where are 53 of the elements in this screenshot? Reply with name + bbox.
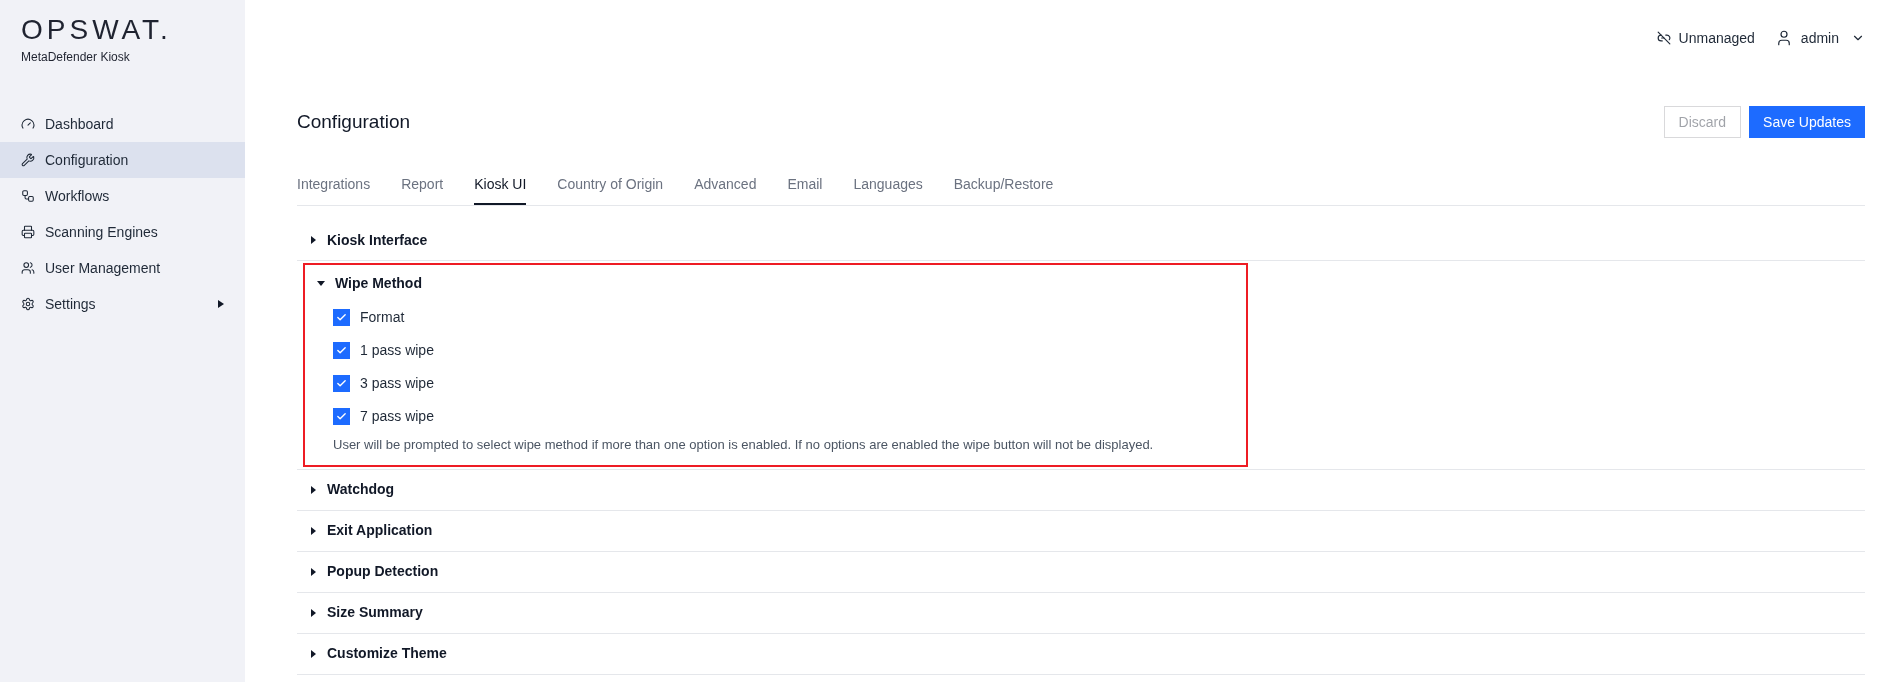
tab[interactable]: Report bbox=[401, 174, 444, 205]
sidebar-item[interactable]: Workflows bbox=[0, 178, 245, 214]
page-title: Configuration bbox=[297, 109, 411, 134]
logo: OPSWAT. bbox=[21, 16, 173, 44]
sidebar-item[interactable]: Configuration bbox=[0, 142, 245, 178]
tab[interactable]: Email bbox=[787, 174, 823, 205]
help-text: User will be prompted to select wipe method if more than one option is enabled. If no options are enabled the wipe button will not be displayed. bbox=[333, 436, 1155, 454]
option-label: 3 pass wipe bbox=[360, 374, 434, 393]
option-label: 7 pass wipe bbox=[360, 407, 434, 426]
workflow-icon bbox=[21, 189, 35, 203]
sidebar-item[interactable]: Settings bbox=[0, 286, 245, 322]
checkbox[interactable] bbox=[333, 375, 350, 392]
check-icon bbox=[336, 411, 347, 422]
user-menu[interactable]: admin bbox=[1774, 27, 1865, 49]
section-header[interactable]: Wipe Method bbox=[305, 265, 434, 301]
checkbox[interactable] bbox=[333, 342, 350, 359]
section-header[interactable]: Kiosk Interface bbox=[297, 222, 440, 258]
product-name: MetaDefender Kiosk bbox=[21, 49, 131, 66]
tab[interactable]: Kiosk UI bbox=[474, 174, 527, 205]
tab[interactable]: Languages bbox=[853, 174, 923, 205]
check-icon bbox=[336, 312, 347, 323]
settings-icon bbox=[21, 297, 35, 311]
option-label: 1 pass wipe bbox=[360, 341, 434, 360]
sidebar-label: Configuration bbox=[45, 150, 130, 170]
sidebar-item[interactable]: User Management bbox=[0, 250, 245, 286]
checkbox[interactable] bbox=[333, 309, 350, 326]
printer-icon bbox=[21, 225, 35, 239]
tab[interactable]: Country of Origin bbox=[557, 174, 664, 205]
gauge-icon bbox=[21, 117, 35, 131]
check-icon bbox=[336, 345, 347, 356]
users-icon bbox=[21, 261, 35, 275]
sidebar-label: User Management bbox=[45, 258, 162, 278]
sidebar-item[interactable]: Dashboard bbox=[0, 106, 245, 142]
sidebar-label: Workflows bbox=[45, 186, 111, 206]
checkbox[interactable] bbox=[333, 408, 350, 425]
unlink-icon bbox=[1656, 31, 1671, 45]
wrench-icon bbox=[21, 153, 35, 167]
section-header[interactable]: Watchdog bbox=[297, 471, 407, 508]
status-label: Unmanaged bbox=[1678, 28, 1755, 48]
section-header[interactable]: Size Summary bbox=[297, 594, 435, 631]
option-label: Format bbox=[360, 308, 405, 327]
tab[interactable]: Integrations bbox=[297, 174, 371, 205]
section-header[interactable]: Customize Theme bbox=[297, 635, 459, 672]
section-header[interactable]: Popup Detection bbox=[297, 553, 451, 590]
section-header[interactable]: Exit Application bbox=[297, 512, 445, 549]
check-icon bbox=[336, 378, 347, 389]
save-button[interactable]: Save Updates bbox=[1749, 106, 1865, 138]
sidebar-label: Settings bbox=[45, 294, 97, 314]
tab[interactable]: Advanced bbox=[694, 174, 757, 205]
sidebar-label: Scanning Engines bbox=[45, 222, 159, 242]
sidebar-item[interactable]: Scanning Engines bbox=[0, 214, 245, 250]
tab[interactable]: Backup/Restore bbox=[953, 174, 1054, 205]
sidebar-label: Dashboard bbox=[45, 114, 115, 134]
